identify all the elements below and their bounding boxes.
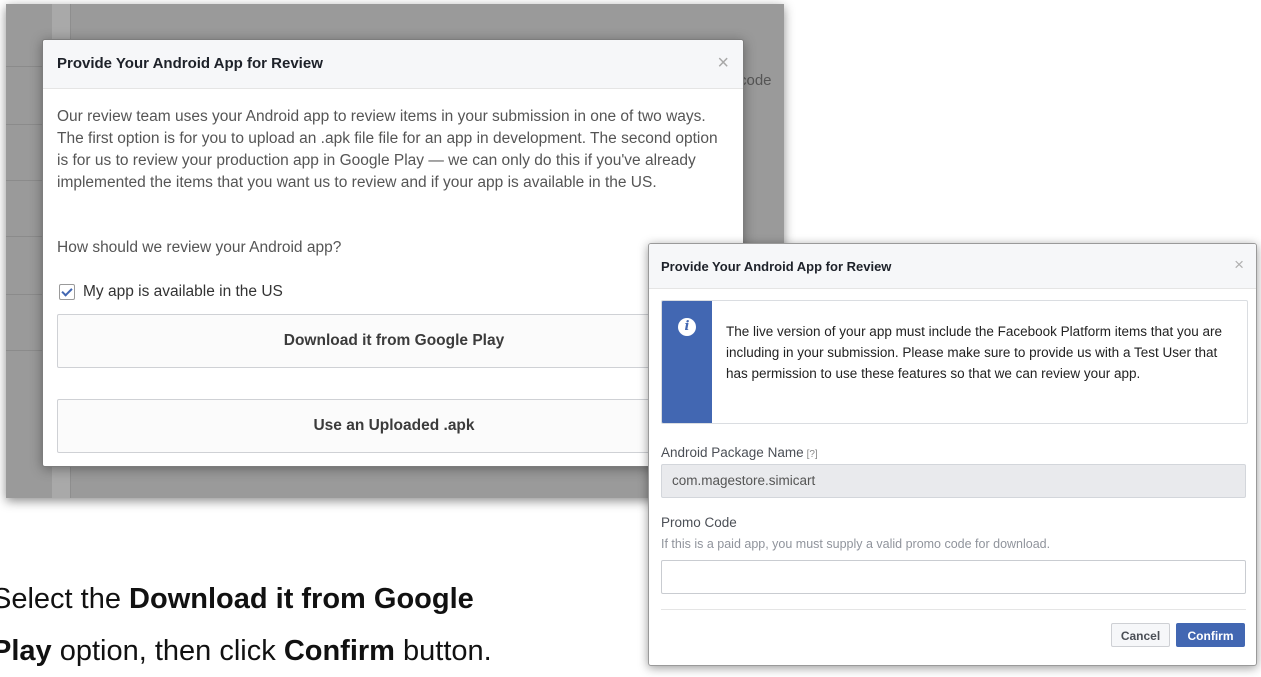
- review-options-dialog: Provide Your Android App for Review × Ou…: [42, 39, 744, 467]
- dialog-title: Provide Your Android App for Review: [661, 259, 892, 274]
- close-icon[interactable]: ×: [717, 52, 729, 75]
- package-name-field: com.magestore.simicart: [661, 464, 1246, 498]
- promo-code-label: Promo Code: [661, 515, 737, 530]
- caption-emphasis: Download it from Google: [129, 583, 474, 615]
- info-accent-bar: i: [662, 301, 712, 423]
- caption-text: button.: [394, 635, 492, 667]
- dialog-header: Provide Your Android App for Review ×: [43, 40, 743, 89]
- info-notice: i The live version of your app must incl…: [661, 300, 1248, 424]
- dialog-title: Provide Your Android App for Review: [57, 55, 323, 72]
- promo-code-input[interactable]: [661, 560, 1246, 594]
- google-play-review-dialog: Provide Your Android App for Review × i …: [648, 243, 1257, 666]
- cancel-button[interactable]: Cancel: [1111, 623, 1170, 647]
- dialog-header: Provide Your Android App for Review ×: [649, 244, 1256, 289]
- footer-divider: [661, 609, 1246, 610]
- caption-emphasis: Play: [0, 635, 52, 667]
- info-message: The live version of your app must includ…: [726, 324, 1222, 381]
- close-icon[interactable]: ×: [1234, 255, 1244, 275]
- caption-text: Select the: [0, 583, 130, 615]
- caption-emphasis: Confirm: [283, 635, 395, 667]
- help-link[interactable]: [?]: [807, 449, 818, 460]
- checkbox-label: My app is available in the US: [83, 283, 283, 300]
- instruction-caption: Select the Download it from Google Play …: [0, 573, 632, 677]
- dialog-description: Our review team uses your Android app to…: [57, 108, 718, 191]
- package-name-label: Android Package Name [?]: [661, 445, 818, 460]
- caption-text: option, then click: [51, 635, 284, 667]
- use-uploaded-apk-button[interactable]: Use an Uploaded .apk: [57, 399, 731, 453]
- us-availability-checkbox[interactable]: My app is available in the US: [59, 283, 283, 301]
- review-question: How should we review your Android app?: [57, 239, 342, 256]
- package-name-label-text: Android Package Name: [661, 445, 804, 460]
- download-from-google-play-button[interactable]: Download it from Google Play: [57, 314, 731, 368]
- promo-code-help: If this is a paid app, you must supply a…: [661, 537, 1051, 551]
- info-icon: i: [678, 318, 696, 336]
- confirm-button[interactable]: Confirm: [1176, 623, 1245, 647]
- checkbox-checked-icon[interactable]: [59, 284, 75, 300]
